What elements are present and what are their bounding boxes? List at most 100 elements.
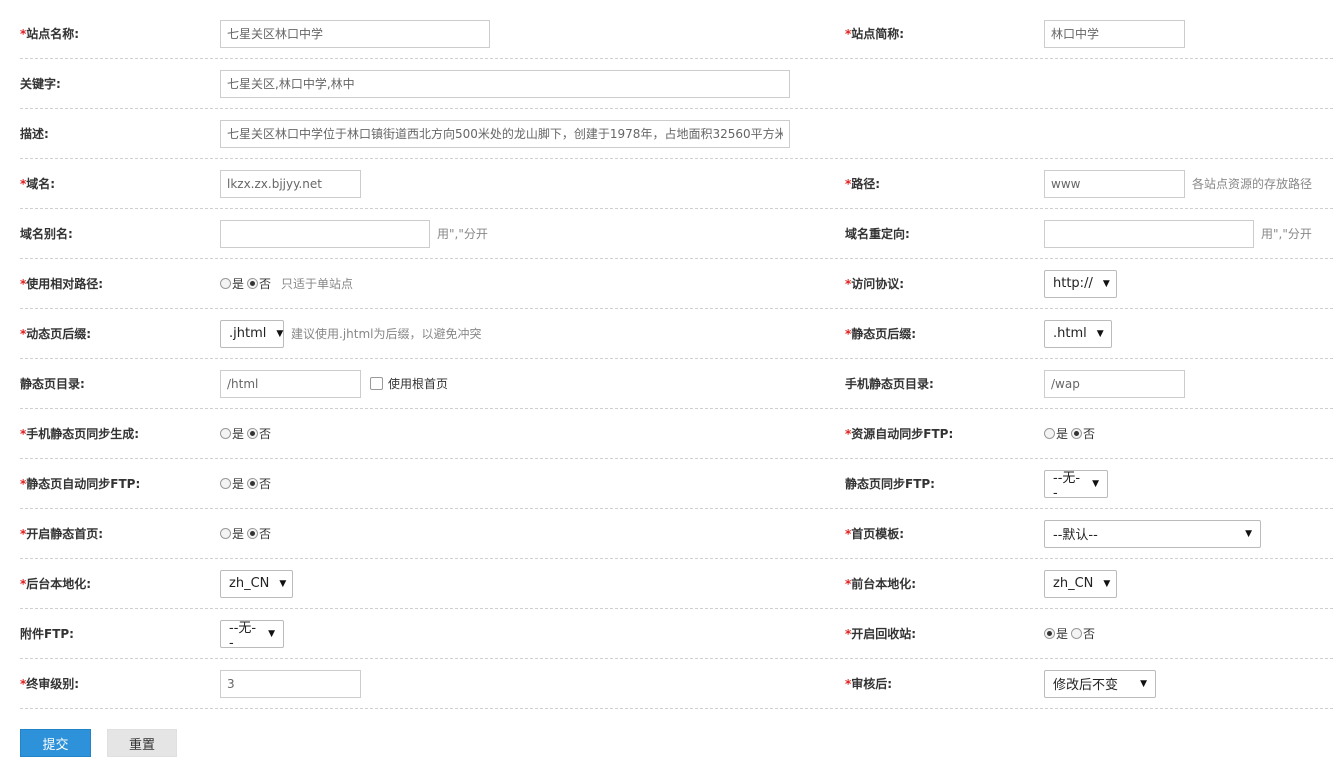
dropdown-arrow-icon: ▼ <box>279 578 287 589</box>
recycle-no-radio[interactable] <box>1071 628 1083 639</box>
domain-redirect-hint: 用","分开 <box>1261 227 1312 241</box>
row-locale: * 后台本地化: zh_CN ▼ * 前台本地化: zh_CN ▼ <box>20 559 1333 609</box>
static-dir-input[interactable] <box>220 369 361 398</box>
row-static-home: * 开启静态首页: 是 否 * 首页模板: --默认-- ▼ <box>20 509 1333 559</box>
resource-ftp-radios: 是 否 <box>1044 409 1098 458</box>
attach-ftp-select[interactable]: --无-- ▼ <box>220 619 284 651</box>
protocol-label: * 访问协议: <box>845 276 905 292</box>
static-sync-ftp-select[interactable]: --无-- ▼ <box>1044 469 1108 501</box>
mobile-sync-label: * 手机静态页同步生成: <box>20 426 140 442</box>
static-auto-ftp-radios: 是 否 <box>220 459 274 508</box>
resource-ftp-label: * 资源自动同步FTP: <box>845 426 954 442</box>
after-audit-select[interactable]: 修改后不变 ▼ <box>1044 669 1156 698</box>
row-final-level: *终审级别: *审核后: 修改后不变▼ <box>20 659 1333 709</box>
keywords-label: 关键字: <box>20 77 61 91</box>
admin-locale-select[interactable]: zh_CN ▼ <box>220 569 293 598</box>
resource-ftp-no-radio[interactable] <box>1071 428 1083 439</box>
radio-yes-label: 是 <box>232 277 245 291</box>
radio-no-label: 否 <box>259 427 272 441</box>
front-locale-label: * 前台本地化: <box>845 576 917 592</box>
description-label: 描述: <box>20 127 49 141</box>
row-static-dir: 静态页目录: 使用根首页 手机静态页目录: <box>20 359 1333 409</box>
site-name-input[interactable] <box>220 19 490 48</box>
dropdown-arrow-icon: ▼ <box>1096 328 1104 339</box>
dropdown-arrow-icon: ▼ <box>268 628 275 639</box>
path-input[interactable] <box>1044 169 1185 198</box>
row-attach-ftp: 附件FTP: --无-- ▼ * 开启回收站: 是 否 <box>20 609 1333 659</box>
use-root-home-checkbox[interactable] <box>370 377 383 390</box>
domain-alias-hint: 用","分开 <box>437 227 488 241</box>
path-label: * 路径: <box>845 176 881 192</box>
dropdown-arrow-icon: ▼ <box>1245 528 1252 539</box>
row-static-auto-ftp: * 静态页自动同步FTP: 是 否 静态页同步FTP: --无-- ▼ <box>20 459 1333 509</box>
domain-label: * 域名: <box>20 176 56 192</box>
static-home-no-radio[interactable] <box>247 528 259 539</box>
domain-redirect-input[interactable] <box>1044 219 1254 248</box>
static-auto-ftp-no-radio[interactable] <box>247 478 259 489</box>
mobile-sync-radios: 是 否 <box>220 409 274 458</box>
mobile-sync-no-radio[interactable] <box>247 428 259 439</box>
mobile-sync-yes-radio[interactable] <box>220 428 231 439</box>
dropdown-arrow-icon: ▼ <box>1092 478 1099 489</box>
relative-path-label: * 使用相对路径: <box>20 276 104 292</box>
radio-yes-label: 是 <box>232 427 245 441</box>
domain-alias-input[interactable] <box>220 219 430 248</box>
mobile-static-dir-input[interactable] <box>1044 369 1185 398</box>
relative-path-no-radio[interactable] <box>247 278 259 289</box>
front-locale-select[interactable]: zh_CN ▼ <box>1044 569 1117 598</box>
mobile-static-dir-label: 手机静态页目录: <box>845 377 934 391</box>
row-description: 描述: <box>20 109 1333 159</box>
radio-no-label: 否 <box>1083 427 1096 441</box>
radio-yes-label: 是 <box>232 477 245 491</box>
static-dir-label: 静态页目录: <box>20 377 85 391</box>
dropdown-arrow-icon: ▼ <box>1140 678 1147 689</box>
radio-yes-label: 是 <box>1056 427 1069 441</box>
submit-button[interactable]: 提交 <box>20 729 91 757</box>
use-root-home-label: 使用根首页 <box>388 377 449 391</box>
resource-ftp-yes-radio[interactable] <box>1044 428 1055 439</box>
form-actions: 提交 重置 <box>20 729 177 757</box>
domain-alias-label: 域名别名: <box>20 227 73 241</box>
attach-ftp-label: 附件FTP: <box>20 627 74 641</box>
row-mobile-sync: * 手机静态页同步生成: 是 否 * 资源自动同步FTP: 是 否 <box>20 409 1333 459</box>
static-home-label: * 开启静态首页: <box>20 526 104 542</box>
admin-locale-label: * 后台本地化: <box>20 576 92 592</box>
relative-path-yes-radio[interactable] <box>220 278 231 289</box>
radio-no-label: 否 <box>259 527 272 541</box>
static-auto-ftp-yes-radio[interactable] <box>220 478 231 489</box>
dynamic-suffix-select[interactable]: .jhtml ▼ <box>220 319 284 348</box>
keywords-input[interactable] <box>220 69 790 98</box>
dynamic-suffix-hint: 建议使用.jhtml为后缀，以避免冲突 <box>291 327 482 341</box>
domain-redirect-label: 域名重定向: <box>845 227 910 241</box>
final-level-label: * 终审级别: <box>20 676 80 692</box>
radio-yes-label: 是 <box>1056 627 1069 641</box>
row-keywords: 关键字: <box>20 59 1333 109</box>
radio-no-label: 否 <box>259 477 272 491</box>
final-level-input[interactable] <box>220 669 361 698</box>
home-template-select[interactable]: --默认-- ▼ <box>1044 519 1261 548</box>
static-home-yes-radio[interactable] <box>220 528 231 539</box>
dropdown-arrow-icon: ▼ <box>276 328 284 339</box>
site-short-label: * 站点简称: <box>845 26 905 42</box>
row-domain: *域名: *路径: 各站点资源的存放路径 <box>20 159 1333 209</box>
static-suffix-select[interactable]: .html ▼ <box>1044 319 1112 348</box>
recycle-yes-radio[interactable] <box>1044 628 1055 639</box>
protocol-select[interactable]: http://▼ <box>1044 269 1117 298</box>
after-audit-label: * 审核后: <box>845 676 893 692</box>
static-auto-ftp-label: * 静态页自动同步FTP: <box>20 476 141 492</box>
static-home-radios: 是 否 <box>220 509 274 558</box>
dynamic-suffix-label: * 动态页后缀: <box>20 326 92 342</box>
reset-button[interactable]: 重置 <box>107 729 177 757</box>
radio-no-label: 否 <box>259 277 272 291</box>
recycle-radios: 是 否 <box>1044 609 1098 658</box>
recycle-label: * 开启回收站: <box>845 626 917 642</box>
site-short-input[interactable] <box>1044 19 1185 48</box>
description-input[interactable] <box>220 119 790 148</box>
radio-yes-label: 是 <box>232 527 245 541</box>
domain-input[interactable] <box>220 169 361 198</box>
static-suffix-label: * 静态页后缀: <box>845 326 917 342</box>
row-dynamic-suffix: * 动态页后缀: .jhtml ▼ 建议使用.jhtml为后缀，以避免冲突 * 静态页后… <box>20 309 1333 359</box>
relative-path-radios: 是 否 只适于单站点 <box>220 259 353 308</box>
static-sync-ftp-label: 静态页同步FTP: <box>845 477 935 491</box>
row-relative-path: * 使用相对路径: 是 否 只适于单站点 * 访问协议: http://▼ <box>20 259 1333 309</box>
